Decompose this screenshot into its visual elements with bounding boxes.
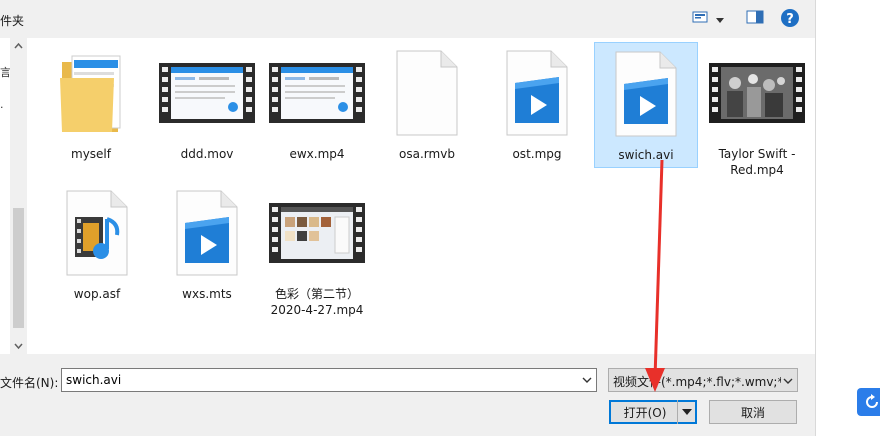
view-menu-icon[interactable] bbox=[692, 9, 708, 28]
toolbar: 件夹 ? bbox=[0, 0, 815, 38]
video-thumbnail-icon bbox=[155, 42, 259, 144]
navigation-pane[interactable]: 言 . bbox=[0, 38, 10, 354]
svg-text:?: ? bbox=[786, 12, 794, 27]
scrollbar-thumb[interactable] bbox=[13, 208, 24, 328]
open-split-dropdown[interactable] bbox=[677, 400, 695, 424]
video-thumbnail-icon bbox=[265, 182, 369, 284]
file-item-taylor-swift-red[interactable]: Taylor Swift - Red.mp4 bbox=[705, 42, 809, 182]
refresh-button[interactable] bbox=[857, 388, 880, 416]
file-item-color-lesson[interactable]: 色彩（第二节）2020-4-27.mp4 bbox=[265, 182, 369, 322]
chevron-down-icon[interactable] bbox=[581, 374, 593, 389]
cancel-button[interactable]: 取消 bbox=[709, 400, 797, 424]
preview-pane-icon[interactable] bbox=[746, 9, 764, 28]
nav-item-label: 言 bbox=[0, 66, 10, 79]
file-type-value: 视频文件(*.mp4;*.flv;*.wmv;*.a bbox=[613, 375, 781, 389]
background-window bbox=[815, 0, 880, 436]
open-button[interactable]: 打开(O) bbox=[609, 400, 697, 424]
file-type-select[interactable]: 视频文件(*.mp4;*.flv;*.wmv;*.a bbox=[608, 368, 798, 392]
file-item-myself[interactable]: myself bbox=[39, 42, 143, 166]
file-item-ewx-mp4[interactable]: ewx.mp4 bbox=[265, 42, 369, 166]
cancel-button-label: 取消 bbox=[740, 405, 765, 420]
media-player-file-icon bbox=[485, 42, 589, 144]
file-item-ost-mpg[interactable]: ost.mpg bbox=[485, 42, 589, 166]
nav-item-label: . bbox=[0, 98, 4, 111]
help-icon[interactable]: ? bbox=[780, 8, 800, 31]
filename-input[interactable] bbox=[66, 372, 566, 388]
filename-combobox[interactable] bbox=[61, 368, 597, 392]
file-name: 色彩（第二节）2020-4-27.mp4 bbox=[270, 287, 364, 317]
file-name: ewx.mp4 bbox=[289, 147, 345, 161]
file-item-swich-avi[interactable]: swich.avi bbox=[594, 42, 698, 168]
folder-icon bbox=[39, 42, 143, 144]
video-thumbnail-icon bbox=[705, 42, 809, 144]
file-list[interactable]: myself ddd.mov ewx.mp4 osa.rmvb ost.mpg … bbox=[27, 38, 815, 354]
dialog-footer: 文件名(N): 视频文件(*.mp4;*.flv;*.wmv;*.a 打开(O)… bbox=[0, 354, 815, 436]
file-name: myself bbox=[71, 147, 111, 161]
file-name: ost.mpg bbox=[512, 147, 562, 161]
scroll-up-icon[interactable] bbox=[13, 41, 24, 52]
media-player-file-icon bbox=[155, 182, 259, 284]
file-name: wop.asf bbox=[73, 287, 121, 301]
media-player-file-icon bbox=[595, 43, 697, 145]
file-item-osa-rmvb[interactable]: osa.rmvb bbox=[375, 42, 479, 166]
video-thumbnail-icon bbox=[265, 42, 369, 144]
file-open-dialog: 件夹 ? 言 . myself ddd.mov ewx.mp4 osa.rmvb… bbox=[0, 0, 815, 436]
file-item-wop-asf[interactable]: wop.asf bbox=[45, 182, 149, 306]
file-item-wxs-mts[interactable]: wxs.mts bbox=[155, 182, 259, 306]
nav-scrollbar[interactable] bbox=[10, 38, 27, 354]
open-button-label: 打开(O) bbox=[623, 405, 667, 420]
file-name: Taylor Swift - Red.mp4 bbox=[718, 147, 796, 177]
refresh-icon bbox=[866, 394, 878, 408]
filename-label: 文件名(N): bbox=[0, 376, 59, 390]
file-name: wxs.mts bbox=[182, 287, 232, 301]
media-asf-file-icon bbox=[45, 182, 149, 284]
scroll-down-icon[interactable] bbox=[13, 340, 24, 351]
toolbar-folder-label: 件夹 bbox=[0, 14, 25, 28]
file-name: ddd.mov bbox=[180, 147, 234, 161]
file-name: osa.rmvb bbox=[399, 147, 455, 161]
chevron-down-icon[interactable] bbox=[716, 13, 724, 27]
file-name: swich.avi bbox=[618, 148, 674, 162]
blank-document-icon bbox=[375, 42, 479, 144]
chevron-down-icon[interactable] bbox=[783, 375, 793, 389]
file-item-ddd-mov[interactable]: ddd.mov bbox=[155, 42, 259, 166]
